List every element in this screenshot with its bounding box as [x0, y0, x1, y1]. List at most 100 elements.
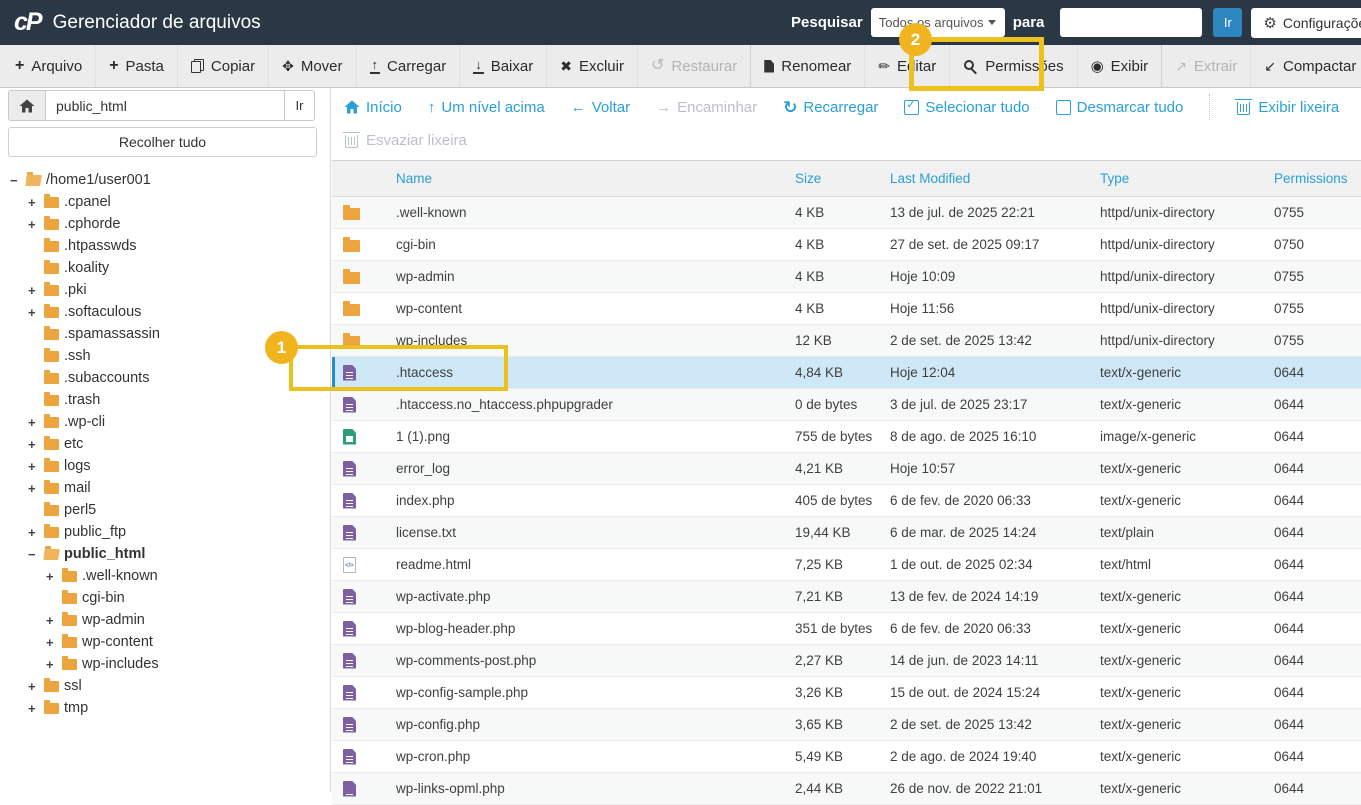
tree-item[interactable]: + .cpanel — [0, 191, 330, 213]
table-row[interactable]: wp-content 4 KB Hoje 11:56 httpd/unix-di… — [332, 293, 1361, 325]
tree-toggle[interactable]: − — [28, 547, 44, 562]
nav-exibir-lixeira[interactable]: Exibir lixeira — [1235, 98, 1339, 116]
file-type: image/x-generic — [1100, 429, 1197, 444]
path-input[interactable] — [46, 90, 285, 121]
tree-toggle[interactable]: + — [28, 437, 44, 452]
collapse-all-button[interactable]: Recolher tudo — [8, 127, 317, 157]
tree-item[interactable]: .htpasswds — [0, 235, 330, 257]
tree-toggle[interactable]: + — [46, 613, 62, 628]
search-input[interactable] — [1060, 8, 1203, 37]
toolbar-button-baixar[interactable]: ↓ Baixar — [459, 45, 546, 87]
tree-item[interactable]: + public_ftp — [0, 521, 330, 543]
nav-encaminhar[interactable]: → Encaminhar — [656, 99, 757, 116]
tree-toggle[interactable]: + — [46, 569, 62, 584]
tree-toggle[interactable]: + — [46, 635, 62, 650]
table-row[interactable]: wp-comments-post.php 2,27 KB 14 de jun. … — [332, 645, 1361, 677]
tree-item[interactable]: + .softaculous — [0, 301, 330, 323]
tree-item[interactable]: + logs — [0, 455, 330, 477]
tree-item-label: .trash — [64, 392, 101, 408]
tree-item[interactable]: .koality — [0, 257, 330, 279]
tree-item[interactable]: + wp-admin — [0, 609, 330, 631]
search-go-button[interactable]: Ir — [1213, 8, 1243, 37]
toolbar-button-compactar[interactable]: ↙ Compactar — [1250, 45, 1361, 87]
column-header-permissions[interactable]: Permissions — [1274, 171, 1361, 186]
toolbar-button-excluir[interactable]: ✖ Excluir — [546, 45, 637, 87]
table-row[interactable]: index.php 405 de bytes 6 de fev. de 2020… — [332, 485, 1361, 517]
table-row[interactable]: .htaccess.no_htaccess.phpupgrader 0 de b… — [332, 389, 1361, 421]
table-row[interactable]: wp-blog-header.php 351 de bytes 6 de fev… — [332, 613, 1361, 645]
tree-item[interactable]: + wp-content — [0, 631, 330, 653]
tree-toggle[interactable]: + — [28, 305, 44, 320]
toolbar-button-arquivo[interactable]: + Arquivo — [2, 45, 95, 87]
nav-selecionar-tudo[interactable]: Selecionar tudo — [904, 98, 1030, 116]
settings-button[interactable]: ⚙ Configurações — [1251, 7, 1361, 38]
tree-toggle[interactable]: − — [10, 173, 26, 188]
search-scope-value: Todos os arquivos — [878, 15, 984, 30]
pencil-icon: ✏ — [878, 58, 891, 74]
toolbar-button-exibir[interactable]: ◉ Exibir — [1076, 45, 1162, 87]
toolbar-button-extrair[interactable]: ↗ Extrair — [1161, 45, 1250, 87]
home-path-button[interactable] — [8, 90, 46, 121]
table-row[interactable]: license.txt 19,44 KB 6 de mar. de 2025 1… — [332, 517, 1361, 549]
column-header-size[interactable]: Size — [795, 171, 890, 186]
tree-toggle[interactable]: + — [28, 283, 44, 298]
tree-toggle[interactable]: + — [28, 679, 44, 694]
tree-toggle[interactable]: + — [28, 701, 44, 716]
tree-toggle[interactable]: + — [46, 657, 62, 672]
folder-icon — [44, 523, 59, 538]
table-row[interactable]: .well-known 4 KB 13 de jul. de 2025 22:2… — [332, 197, 1361, 229]
nav-inicio[interactable]: Início — [344, 99, 402, 116]
directory-tree: − /home1/user001 + .cpanel + .cphorde .h… — [0, 169, 330, 719]
tree-item[interactable]: .trash — [0, 389, 330, 411]
file-name: error_log — [396, 461, 451, 476]
nav-esvaziar-lixeira[interactable]: Esvaziar lixeira — [343, 131, 467, 149]
nav-recarregar[interactable]: ↻ Recarregar — [783, 99, 878, 116]
table-row[interactable]: wp-cron.php 5,49 KB 2 de ago. de 2024 19… — [332, 741, 1361, 773]
table-row[interactable]: wp-admin 4 KB Hoje 10:09 httpd/unix-dire… — [332, 261, 1361, 293]
tree-item[interactable]: + .pki — [0, 279, 330, 301]
tree-toggle[interactable]: + — [28, 217, 44, 232]
tree-item[interactable]: + tmp — [0, 697, 330, 719]
tree-item[interactable]: .subaccounts — [0, 367, 330, 389]
table-row[interactable]: cgi-bin 4 KB 27 de set. de 2025 09:17 ht… — [332, 229, 1361, 261]
column-header-type[interactable]: Type — [1100, 171, 1274, 186]
tree-item[interactable]: + ssl — [0, 675, 330, 697]
tree-item[interactable]: − public_html — [0, 543, 330, 565]
nav-desmarcar-tudo[interactable]: Desmarcar tudo — [1055, 99, 1183, 116]
nav-um-nivel-acima[interactable]: ↑ Um nível acima — [428, 99, 545, 116]
tree-item[interactable]: + .wp-cli — [0, 411, 330, 433]
gear-icon: ⚙ — [1263, 14, 1277, 32]
tree-item[interactable]: + mail — [0, 477, 330, 499]
tree-toggle[interactable]: + — [28, 195, 44, 210]
path-go-button[interactable]: Ir — [285, 90, 315, 121]
nav-voltar[interactable]: ← Voltar — [571, 99, 630, 116]
table-row[interactable]: error_log 4,21 KB Hoje 10:57 text/x-gene… — [332, 453, 1361, 485]
tree-item[interactable]: − /home1/user001 — [0, 169, 330, 191]
tree-item[interactable]: + .cphorde — [0, 213, 330, 235]
tree-toggle[interactable]: + — [28, 459, 44, 474]
toolbar-button-copiar[interactable]: Copiar — [176, 45, 268, 87]
toolbar-button-carregar[interactable]: ↑ Carregar — [355, 45, 460, 87]
tree-toggle[interactable]: + — [28, 481, 44, 496]
table-row[interactable]: wp-activate.php 7,21 KB 13 de fev. de 20… — [332, 581, 1361, 613]
tree-toggle[interactable]: + — [28, 525, 44, 540]
tree-item[interactable]: + etc — [0, 433, 330, 455]
column-header-modified[interactable]: Last Modified — [890, 171, 1100, 186]
tree-toggle[interactable]: + — [28, 415, 44, 430]
table-row[interactable]: 1 (1).png 755 de bytes 8 de ago. de 2025… — [332, 421, 1361, 453]
file-type: httpd/unix-directory — [1100, 301, 1215, 316]
column-header-name[interactable]: Name — [388, 171, 795, 186]
toolbar-button-pasta[interactable]: + Pasta — [95, 45, 177, 87]
table-row[interactable]: readme.html 7,25 KB 1 de out. de 2025 02… — [332, 549, 1361, 581]
toolbar-button-renomear[interactable]: Renomear — [750, 45, 864, 87]
search-scope-select[interactable]: Todos os arquivos — [870, 8, 1005, 37]
tree-item[interactable]: + wp-includes — [0, 653, 330, 675]
tree-item[interactable]: perl5 — [0, 499, 330, 521]
toolbar-button-mover[interactable]: ✥ Mover — [268, 45, 355, 87]
table-row[interactable]: wp-config-sample.php 3,26 KB 15 de out. … — [332, 677, 1361, 709]
toolbar-button-restaurar[interactable]: ↺ Restaurar — [636, 45, 750, 87]
table-row[interactable]: wp-links-opml.php 2,44 KB 26 de nov. de … — [332, 773, 1361, 805]
table-row[interactable]: wp-config.php 3,65 KB 2 de set. de 2025 … — [332, 709, 1361, 741]
tree-item[interactable]: cgi-bin — [0, 587, 330, 609]
tree-item[interactable]: + .well-known — [0, 565, 330, 587]
